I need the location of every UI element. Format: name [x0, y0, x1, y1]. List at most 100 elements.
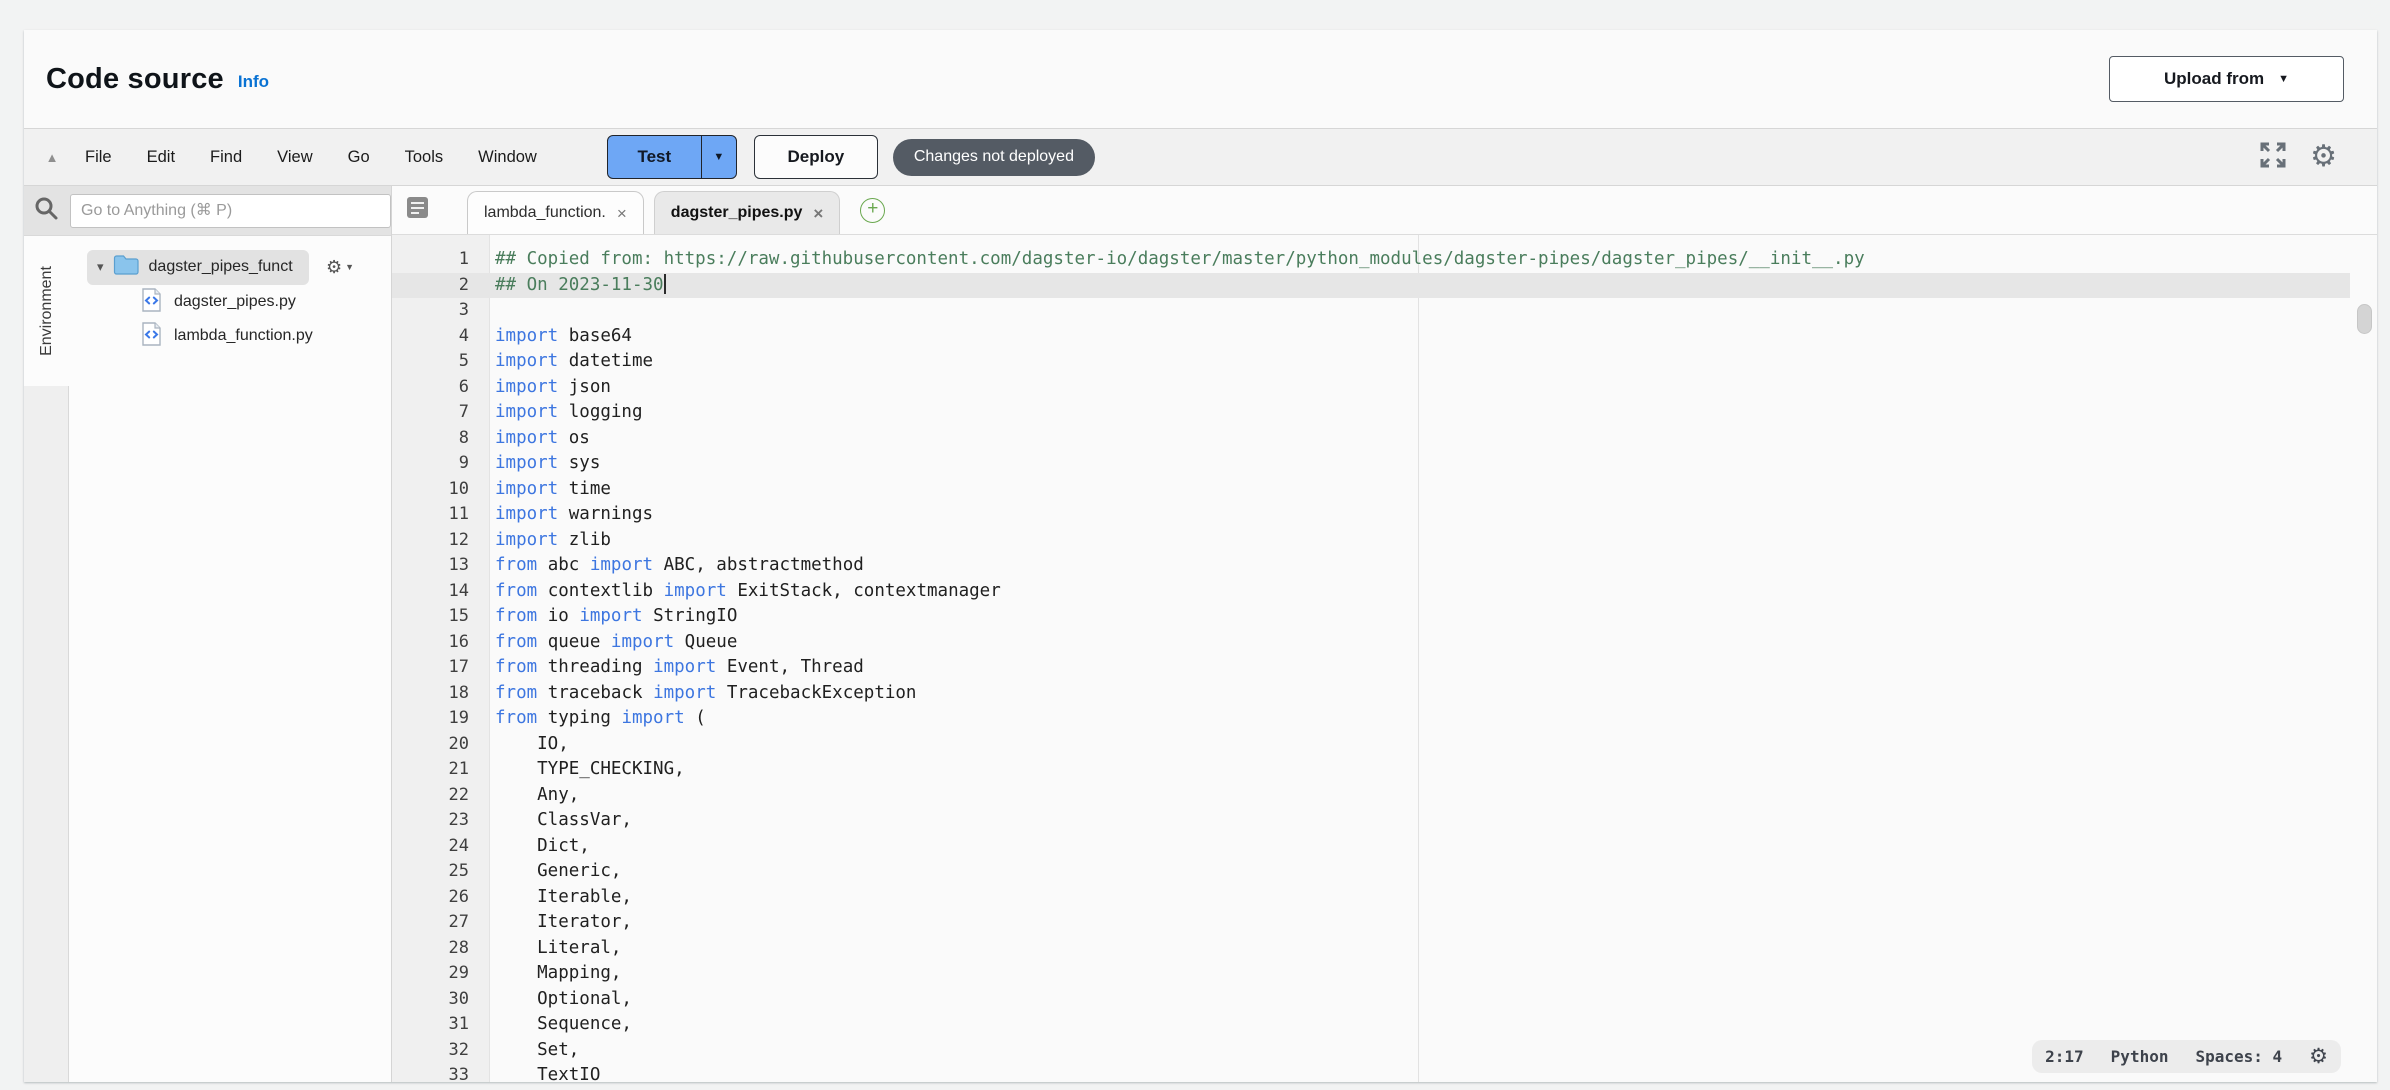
vertical-scrollbar-thumb[interactable]	[2357, 304, 2372, 334]
code-line[interactable]: 5import datetime	[392, 349, 2350, 375]
collapse-pane-button[interactable]: ▲	[37, 150, 67, 165]
close-icon[interactable]: ×	[617, 205, 627, 222]
gear-icon[interactable]: ⚙	[2309, 1046, 2328, 1067]
line-number[interactable]: 7	[392, 400, 490, 426]
code-line[interactable]: 18from traceback import TracebackExcepti…	[392, 681, 2350, 707]
line-number[interactable]: 15	[392, 604, 490, 630]
line-number[interactable]: 9	[392, 451, 490, 477]
code-line[interactable]: 7import logging	[392, 400, 2350, 426]
code-line[interactable]: 3	[392, 298, 2350, 324]
line-number[interactable]: 33	[392, 1063, 490, 1082]
line-number[interactable]: 31	[392, 1012, 490, 1038]
line-number[interactable]: 13	[392, 553, 490, 579]
menu-go[interactable]: Go	[348, 148, 370, 167]
disclosure-triangle-icon[interactable]: ▾	[97, 259, 104, 275]
line-number[interactable]: 4	[392, 324, 490, 350]
code-line[interactable]: 6import json	[392, 375, 2350, 401]
fullscreen-icon[interactable]	[2258, 140, 2288, 175]
code-line[interactable]: 21 TYPE_CHECKING,	[392, 757, 2350, 783]
tree-file-item[interactable]: lambda_function.py	[69, 319, 391, 353]
test-button-label[interactable]: Test	[608, 136, 701, 178]
line-number[interactable]: 25	[392, 859, 490, 885]
line-number[interactable]: 1	[392, 247, 490, 273]
line-number[interactable]: 5	[392, 349, 490, 375]
code-line[interactable]: 14from contextlib import ExitStack, cont…	[392, 579, 2350, 605]
line-number[interactable]: 27	[392, 910, 490, 936]
test-button[interactable]: Test ▼	[607, 135, 737, 179]
code-line[interactable]: 17from threading import Event, Thread	[392, 655, 2350, 681]
line-number[interactable]: 19	[392, 706, 490, 732]
code-line[interactable]: 2## On 2023-11-30	[392, 273, 2350, 299]
line-number[interactable]: 29	[392, 961, 490, 987]
line-number[interactable]: 6	[392, 375, 490, 401]
code-line[interactable]: 26 Iterable,	[392, 885, 2350, 911]
code-line[interactable]: 31 Sequence,	[392, 1012, 2350, 1038]
menu-tools[interactable]: Tools	[405, 148, 444, 167]
code-line[interactable]: 1## Copied from: https://raw.githubuserc…	[392, 247, 2350, 273]
code-line[interactable]: 25 Generic,	[392, 859, 2350, 885]
line-number[interactable]: 2	[392, 273, 490, 299]
search-input[interactable]	[70, 194, 391, 228]
line-number[interactable]: 14	[392, 579, 490, 605]
code-line[interactable]: 29 Mapping,	[392, 961, 2350, 987]
line-number[interactable]: 12	[392, 528, 490, 554]
deploy-button[interactable]: Deploy	[754, 135, 878, 179]
tab-lambda_function[interactable]: lambda_function.×	[467, 191, 644, 234]
line-number[interactable]: 21	[392, 757, 490, 783]
line-number[interactable]: 16	[392, 630, 490, 656]
code-line[interactable]: 11import warnings	[392, 502, 2350, 528]
menu-find[interactable]: Find	[210, 148, 242, 167]
language-mode[interactable]: Python	[2111, 1044, 2169, 1070]
tab-list-icon[interactable]	[405, 195, 430, 225]
info-link[interactable]: Info	[238, 72, 269, 92]
menu-view[interactable]: View	[277, 148, 312, 167]
line-number[interactable]: 30	[392, 987, 490, 1013]
line-number[interactable]: 24	[392, 834, 490, 860]
code-line[interactable]: 22 Any,	[392, 783, 2350, 809]
menu-edit[interactable]: Edit	[147, 148, 175, 167]
line-number[interactable]: 18	[392, 681, 490, 707]
line-number[interactable]: 26	[392, 885, 490, 911]
code-line[interactable]: 19from typing import (	[392, 706, 2350, 732]
code-editor[interactable]: 1## Copied from: https://raw.githubuserc…	[392, 235, 2377, 1082]
line-number[interactable]: 8	[392, 426, 490, 452]
code-line[interactable]: 15from io import StringIO	[392, 604, 2350, 630]
cursor-position[interactable]: 2:17	[2045, 1044, 2084, 1070]
code-line[interactable]: 12import zlib	[392, 528, 2350, 554]
tab-dagster_pipespy[interactable]: dagster_pipes.py×	[654, 191, 841, 234]
line-number[interactable]: 3	[392, 298, 490, 324]
tree-folder-item[interactable]: ▾ dagster_pipes_funct	[87, 250, 309, 285]
line-number[interactable]: 20	[392, 732, 490, 758]
new-tab-button[interactable]: +	[860, 198, 885, 223]
code-line[interactable]: 4import base64	[392, 324, 2350, 350]
menu-window[interactable]: Window	[478, 148, 537, 167]
tab-environment[interactable]: Environment	[24, 236, 69, 386]
code-line[interactable]: 10import time	[392, 477, 2350, 503]
line-number[interactable]: 28	[392, 936, 490, 962]
code-line[interactable]: 13from abc import ABC, abstractmethod	[392, 553, 2350, 579]
code-line[interactable]: 20 IO,	[392, 732, 2350, 758]
upload-from-button[interactable]: Upload from ▼	[2109, 56, 2344, 102]
line-number[interactable]: 32	[392, 1038, 490, 1064]
line-number[interactable]: 23	[392, 808, 490, 834]
menu-file[interactable]: File	[85, 148, 112, 167]
code-line[interactable]: 30 Optional,	[392, 987, 2350, 1013]
indentation-setting[interactable]: Spaces: 4	[2195, 1044, 2282, 1070]
sidebar: Environment ▾ dagster_pipes_funct	[24, 186, 392, 1082]
code-line[interactable]: 24 Dict,	[392, 834, 2350, 860]
code-line[interactable]: 23 ClassVar,	[392, 808, 2350, 834]
line-number[interactable]: 22	[392, 783, 490, 809]
tree-file-item[interactable]: dagster_pipes.py	[69, 285, 391, 319]
gear-icon[interactable]: ⚙	[2310, 142, 2337, 172]
test-dropdown-button[interactable]: ▼	[701, 136, 736, 178]
close-icon[interactable]: ×	[813, 205, 823, 222]
code-line[interactable]: 16from queue import Queue	[392, 630, 2350, 656]
code-line[interactable]: 27 Iterator,	[392, 910, 2350, 936]
line-number[interactable]: 17	[392, 655, 490, 681]
code-line[interactable]: 28 Literal,	[392, 936, 2350, 962]
code-line[interactable]: 8import os	[392, 426, 2350, 452]
code-line[interactable]: 9import sys	[392, 451, 2350, 477]
line-number[interactable]: 10	[392, 477, 490, 503]
tree-settings-button[interactable]: ⚙ ▼	[326, 257, 354, 278]
line-number[interactable]: 11	[392, 502, 490, 528]
